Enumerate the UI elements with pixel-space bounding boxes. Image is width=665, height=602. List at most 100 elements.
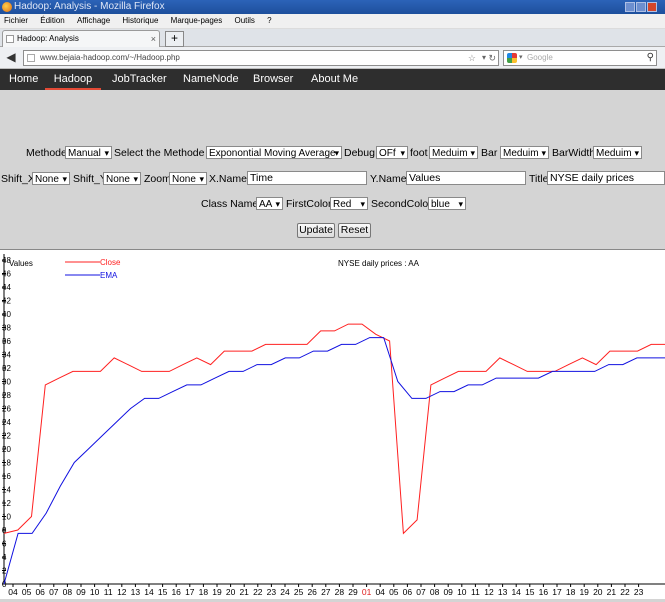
close-window-button[interactable] — [647, 2, 657, 12]
xname-label: X.Name — [209, 173, 247, 185]
url-dropdown-icon[interactable]: ▾ — [482, 51, 486, 65]
menu-historique[interactable]: Historique — [122, 16, 158, 25]
y-tick-label: 40 — [2, 310, 11, 319]
window-titlebar: Hadoop: Analysis - Mozilla Firefox — [0, 0, 665, 14]
series-line-ema — [3, 337, 665, 585]
update-button[interactable]: Update — [297, 223, 335, 238]
url-text: www.bejaia-hadoop.com/~/Hadoop.php — [40, 53, 180, 62]
minimize-button[interactable] — [625, 2, 635, 12]
xname-input[interactable]: Time — [247, 171, 367, 185]
shiftx-select[interactable]: None — [32, 172, 70, 185]
nav-namenode[interactable]: NameNode — [183, 69, 239, 90]
reset-button[interactable]: Reset — [338, 223, 371, 238]
reload-icon[interactable]: ↻ — [488, 51, 496, 65]
search-bar[interactable]: ▾ Google ⚲ — [503, 50, 657, 66]
maximize-button[interactable] — [636, 2, 646, 12]
y-tick-label: 4 — [2, 553, 7, 562]
x-tick-label: 01 — [362, 587, 372, 597]
menu-help[interactable]: ? — [267, 16, 271, 25]
engine-dropdown-icon[interactable]: ▾ — [519, 51, 523, 65]
select-methode-select[interactable]: Exponontial Moving Average — [206, 146, 342, 159]
secondcolor-label: SecondColor — [371, 198, 432, 210]
x-tick-label: 10 — [90, 587, 100, 597]
title-input[interactable]: NYSE daily prices — [547, 171, 665, 185]
x-tick-label: 08 — [63, 587, 73, 597]
x-tick-label: 23 — [634, 587, 644, 597]
nav-hadoop[interactable]: Hadoop — [45, 69, 101, 90]
x-tick-label: 09 — [76, 587, 86, 597]
back-arrow-icon[interactable]: ◀ — [4, 50, 18, 64]
debug-select[interactable]: OFf — [376, 146, 408, 159]
y-tick-label: 46 — [2, 270, 11, 279]
x-tick-label: 06 — [35, 587, 45, 597]
y-tick-label: 6 — [2, 540, 7, 549]
yname-label: Y.Name — [370, 173, 407, 185]
search-icon[interactable]: ⚲ — [647, 51, 654, 65]
x-tick-label: 05 — [389, 587, 399, 597]
firstcolor-select[interactable]: Red — [330, 197, 368, 210]
y-tick-label: 14 — [2, 486, 11, 495]
y-tick-label: 22 — [2, 432, 11, 441]
firstcolor-label: FirstColor — [286, 198, 332, 210]
y-tick-label: 42 — [2, 297, 11, 306]
bar-select[interactable]: Meduim — [500, 146, 549, 159]
menu-bar: Fichier Édition Affichage Historique Mar… — [0, 14, 665, 29]
nav-browser[interactable]: Browser — [253, 69, 293, 90]
menu-affichage[interactable]: Affichage — [77, 16, 110, 25]
nav-about-me[interactable]: About Me — [311, 69, 358, 90]
x-tick-label: 16 — [171, 587, 181, 597]
x-tick-label: 09 — [443, 587, 453, 597]
tab-strip: Hadoop: Analysis × + — [0, 29, 665, 47]
close-tab-icon[interactable]: × — [151, 31, 156, 47]
barwidth-select[interactable]: Meduim — [593, 146, 642, 159]
nav-home[interactable]: Home — [9, 69, 38, 90]
x-tick-label: 22 — [253, 587, 263, 597]
menu-outils[interactable]: Outils — [234, 16, 254, 25]
methode-select[interactable]: Manual — [65, 146, 112, 159]
x-tick-label: 21 — [607, 587, 617, 597]
secondcolor-select[interactable]: blue — [428, 197, 466, 210]
x-tick-label: 16 — [539, 587, 549, 597]
nav-jobtracker[interactable]: JobTracker — [112, 69, 167, 90]
x-tick-label: 04 — [8, 587, 18, 597]
x-tick-label: 26 — [307, 587, 317, 597]
analysis-form: Methode Manual Select the Methode : Expo… — [0, 91, 665, 249]
series-line-close — [3, 323, 665, 535]
url-bar[interactable]: www.bejaia-hadoop.com/~/Hadoop.php ☆ ▾ ↻ — [23, 50, 499, 66]
select-methode-label: Select the Methode : — [114, 147, 211, 159]
tab-label: Hadoop: Analysis — [17, 34, 79, 43]
google-engine-icon[interactable] — [507, 53, 517, 63]
y-tick-label: 38 — [2, 324, 11, 333]
y-tick-label: 18 — [2, 459, 11, 468]
x-tick-label: 14 — [511, 587, 521, 597]
x-tick-label: 22 — [620, 587, 630, 597]
title-label: Title — [529, 173, 549, 185]
foot-label: foot — [410, 147, 428, 159]
new-tab-button[interactable]: + — [165, 31, 184, 47]
x-tick-label: 12 — [117, 587, 127, 597]
navigation-bar: ◀ www.bejaia-hadoop.com/~/Hadoop.php ☆ ▾… — [0, 47, 665, 69]
menu-marque-pages[interactable]: Marque-pages — [171, 16, 223, 25]
tab-hadoop-analysis[interactable]: Hadoop: Analysis × — [2, 30, 160, 47]
y-tick-label: 26 — [2, 405, 11, 414]
x-tick-label: 15 — [525, 587, 535, 597]
legend-label-ema: EMA — [100, 271, 118, 280]
x-tick-label: 04 — [375, 587, 385, 597]
x-tick-label: 06 — [403, 587, 413, 597]
zoom-select[interactable]: None — [169, 172, 207, 185]
legend-label-close: Close — [100, 258, 121, 267]
y-tick-label: 20 — [2, 445, 11, 454]
bookmark-star-icon[interactable]: ☆ — [468, 51, 476, 65]
shifty-select[interactable]: None — [103, 172, 141, 185]
classname-select[interactable]: AA — [256, 197, 283, 210]
yname-input[interactable]: Values — [406, 171, 526, 185]
x-tick-label: 17 — [185, 587, 195, 597]
menu-edition[interactable]: Édition — [40, 16, 64, 25]
window-controls — [625, 0, 665, 14]
x-tick-label: 13 — [131, 587, 141, 597]
menu-fichier[interactable]: Fichier — [4, 16, 28, 25]
foot-select[interactable]: Meduim — [429, 146, 478, 159]
x-tick-label: 07 — [416, 587, 426, 597]
barwidth-label: BarWidth — [552, 147, 596, 159]
site-identity-icon — [27, 54, 35, 62]
